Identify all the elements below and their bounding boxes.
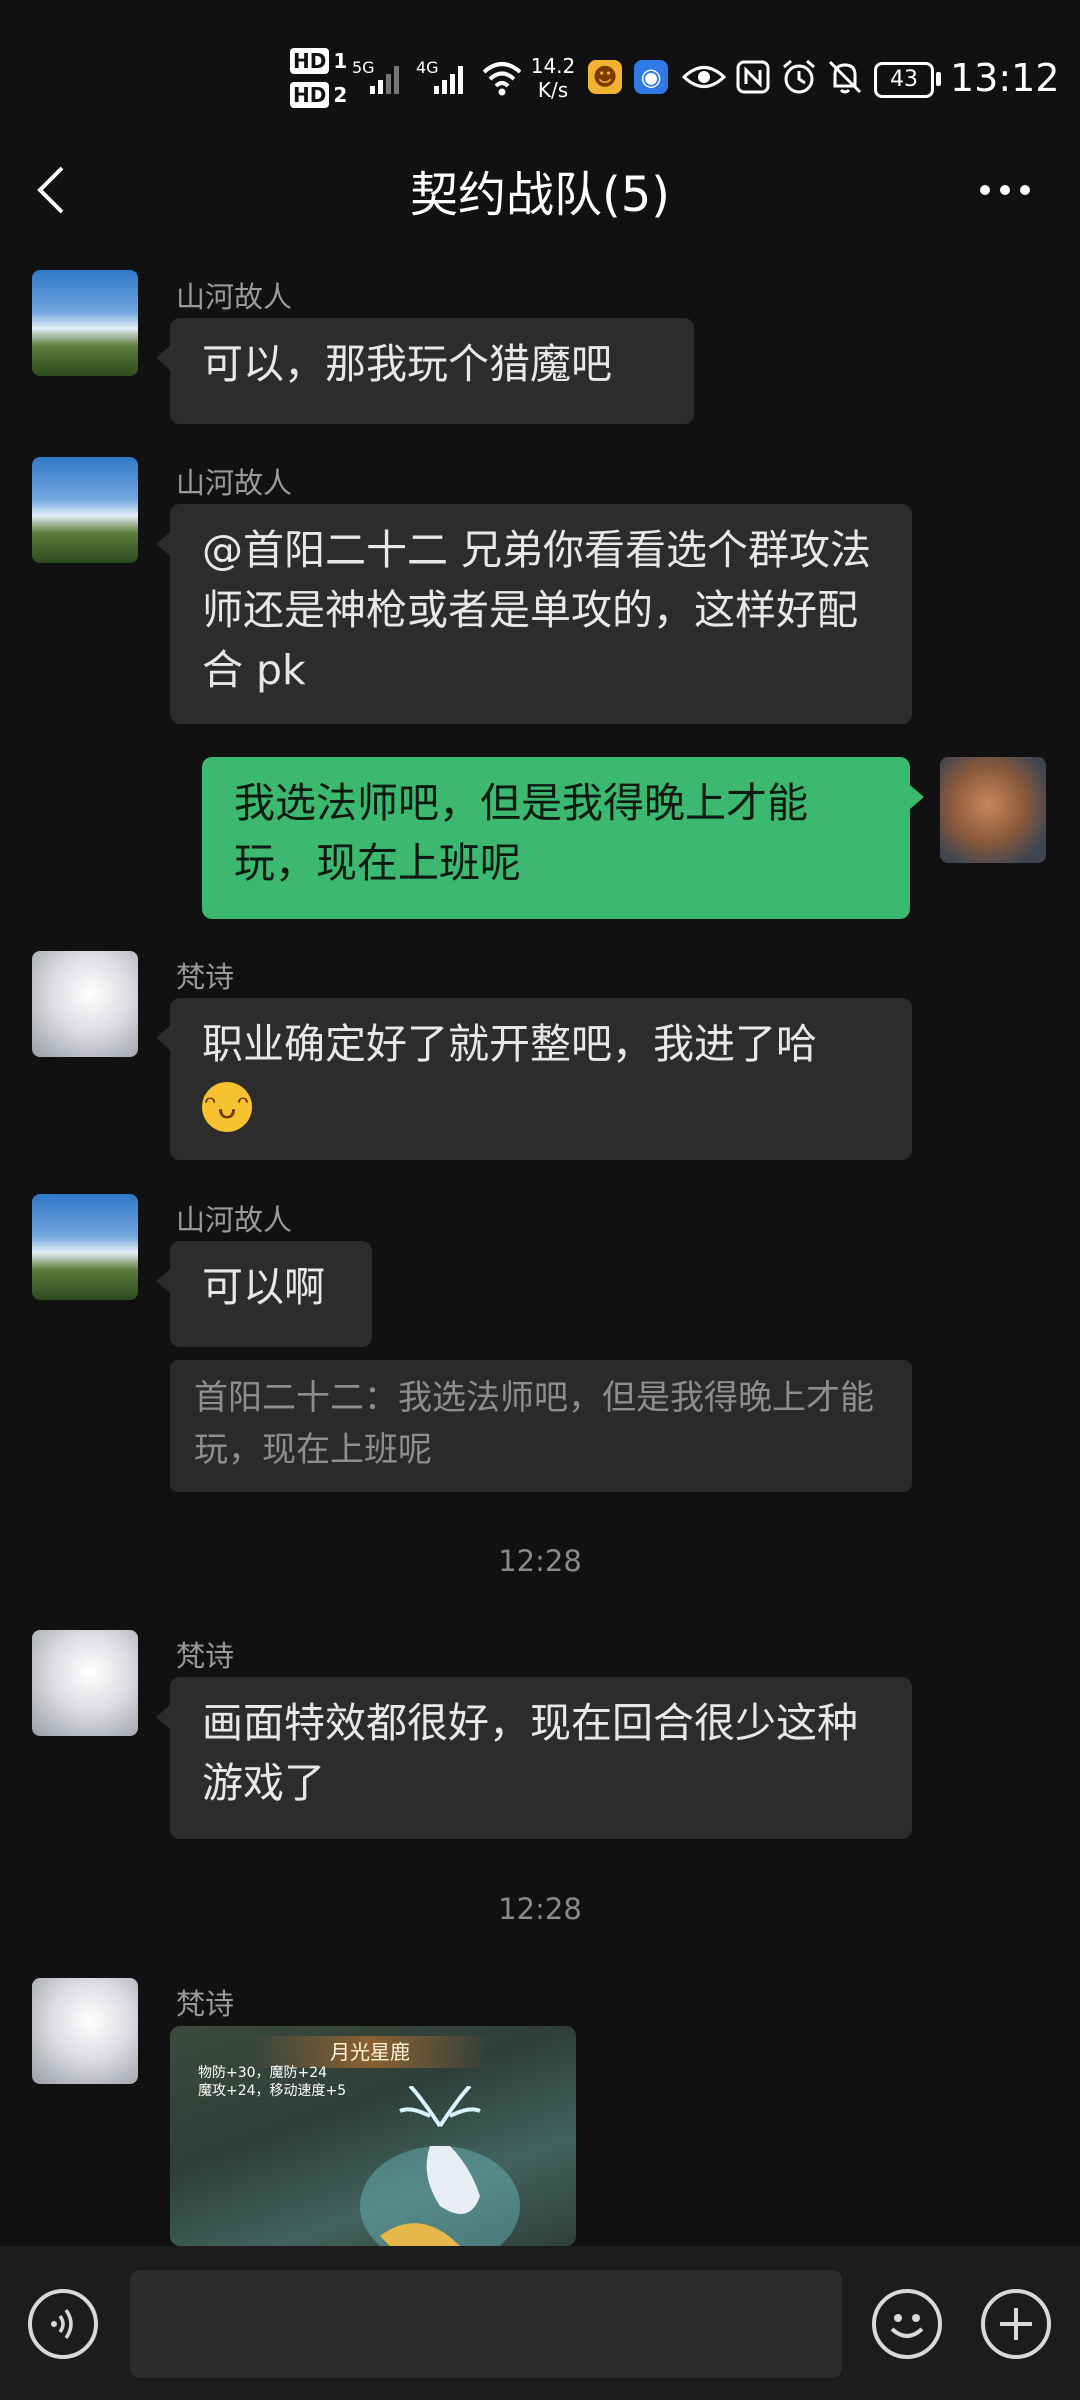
avatar[interactable]	[32, 457, 138, 563]
status-bar: HD 1 HD 2 5G 4G 14.2 K/s ☻ ◉ 43 13:12	[0, 0, 1080, 140]
signal2-icon	[434, 66, 463, 94]
message-bubble-self[interactable]: 我选法师吧，但是我得晚上才能玩，现在上班呢	[202, 757, 924, 919]
hd-badge: HD	[290, 48, 330, 74]
more-button[interactable]	[975, 165, 1035, 215]
more-functions-button[interactable]	[981, 2289, 1051, 2359]
sim1-indicator: HD 1	[290, 48, 347, 74]
quoted-message[interactable]: 首阳二十二：我选法师吧，但是我得晚上才能玩，现在上班呢	[170, 1360, 912, 1492]
sim2-indicator: HD 2	[290, 82, 347, 108]
mute-bell-icon	[828, 60, 862, 94]
avatar[interactable]	[32, 1630, 138, 1736]
plus-icon	[1000, 2308, 1032, 2340]
sender-name: 梵诗	[176, 960, 235, 994]
voice-icon	[51, 2308, 73, 2340]
message-text: 职业确定好了就开整吧，我进了哈	[202, 1020, 817, 1068]
speed-value: 14.2	[530, 54, 576, 78]
sender-name: 山河故人	[176, 1203, 293, 1237]
message-bubble[interactable]: @首阳二十二 兄弟你看看选个群攻法师还是神枪或者是单攻的，这样好配合 pk	[156, 504, 912, 724]
battery-nub	[936, 72, 941, 86]
voice-button[interactable]	[28, 2289, 98, 2359]
stats-line: 物防+30，魔防+24	[198, 2065, 328, 2081]
nfc-icon	[736, 60, 770, 94]
sender-name: 梵诗	[176, 1639, 235, 1673]
sender-name: 山河故人	[176, 280, 293, 314]
battery-icon: 43	[874, 62, 934, 98]
wifi-icon	[482, 62, 522, 96]
speed-unit: K/s	[537, 78, 569, 102]
avatar[interactable]	[32, 951, 138, 1057]
timestamp: 12:28	[498, 1892, 582, 1926]
eye-icon	[682, 66, 726, 88]
sim-number: 2	[333, 83, 348, 107]
image-message[interactable]: 月光星鹿 物防+30，魔防+24 魔攻+24，移动速度+5	[170, 2026, 576, 2246]
message-bubble[interactable]: 画面特效都很好，现在回合很少这种游戏了	[156, 1677, 912, 1839]
lightbulb-icon: ◉	[634, 60, 668, 94]
sender-name: 山河故人	[176, 466, 293, 500]
avatar[interactable]	[32, 1978, 138, 2084]
chat-title: 契约战队(5)	[410, 167, 670, 223]
sender-name: 梵诗	[176, 1987, 235, 2021]
clock: 13:12	[950, 56, 1060, 100]
app-notification-icon: ☻	[588, 60, 622, 94]
message-bubble[interactable]: 可以，那我玩个猎魔吧	[156, 318, 694, 424]
timestamp: 12:28	[498, 1544, 582, 1578]
grinning-emoji-icon: ᵔᴗᵔ	[202, 1082, 252, 1132]
deer-illustration	[360, 2086, 520, 2246]
sim-number: 1	[333, 49, 348, 73]
message-bubble[interactable]: 可以啊	[156, 1241, 372, 1347]
avatar[interactable]	[32, 1194, 138, 1300]
smiley-icon	[890, 2314, 924, 2338]
message-input[interactable]	[130, 2270, 842, 2378]
emoji-button[interactable]	[872, 2289, 942, 2359]
hd-badge: HD	[290, 82, 330, 108]
signal1-icon	[370, 66, 399, 94]
network-speed: 14.2 K/s	[528, 54, 578, 102]
more-dots-icon	[980, 185, 1030, 195]
my-avatar[interactable]	[940, 757, 1046, 863]
alarm-icon	[783, 59, 815, 94]
message-bubble[interactable]: 职业确定好了就开整吧，我进了哈 ᵔᴗᵔ	[156, 998, 912, 1160]
avatar[interactable]	[32, 270, 138, 376]
